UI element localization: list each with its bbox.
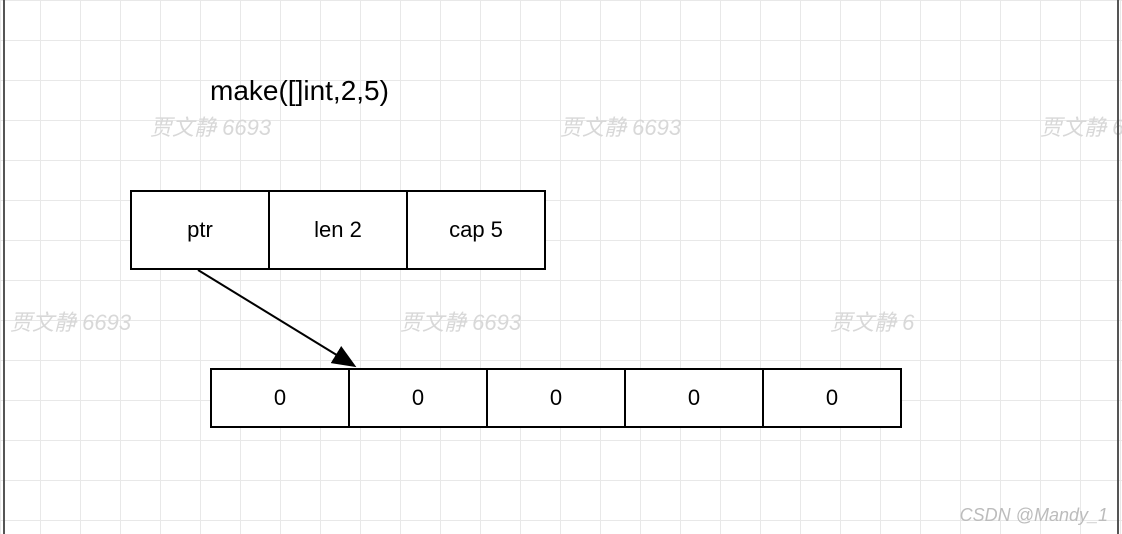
slice-len-cell: len 2	[268, 190, 408, 270]
array-cell: 0	[348, 368, 488, 428]
pointer-arrow	[195, 270, 375, 375]
array-cell: 0	[762, 368, 902, 428]
page-border-right	[1117, 0, 1119, 534]
diagram-title: make([]int,2,5)	[210, 75, 389, 107]
credit-watermark: CSDN @Mandy_1	[960, 505, 1108, 526]
watermark: 贾文静 6	[830, 305, 914, 337]
page-border-left	[3, 0, 5, 534]
watermark: 贾文静 6693	[10, 305, 131, 337]
array-cell: 0	[210, 368, 350, 428]
array-cell: 0	[624, 368, 764, 428]
array-cell: 0	[486, 368, 626, 428]
watermark: 贾文静 6693	[400, 305, 521, 337]
backing-array-row: 0 0 0 0 0	[210, 368, 902, 428]
watermark: 贾文静 6693	[150, 110, 271, 142]
slice-header-row: ptr len 2 cap 5	[130, 190, 546, 270]
slice-ptr-cell: ptr	[130, 190, 270, 270]
watermark: 贾文静 6693	[560, 110, 681, 142]
watermark: 贾文静 6693	[1040, 110, 1122, 142]
slice-cap-cell: cap 5	[406, 190, 546, 270]
